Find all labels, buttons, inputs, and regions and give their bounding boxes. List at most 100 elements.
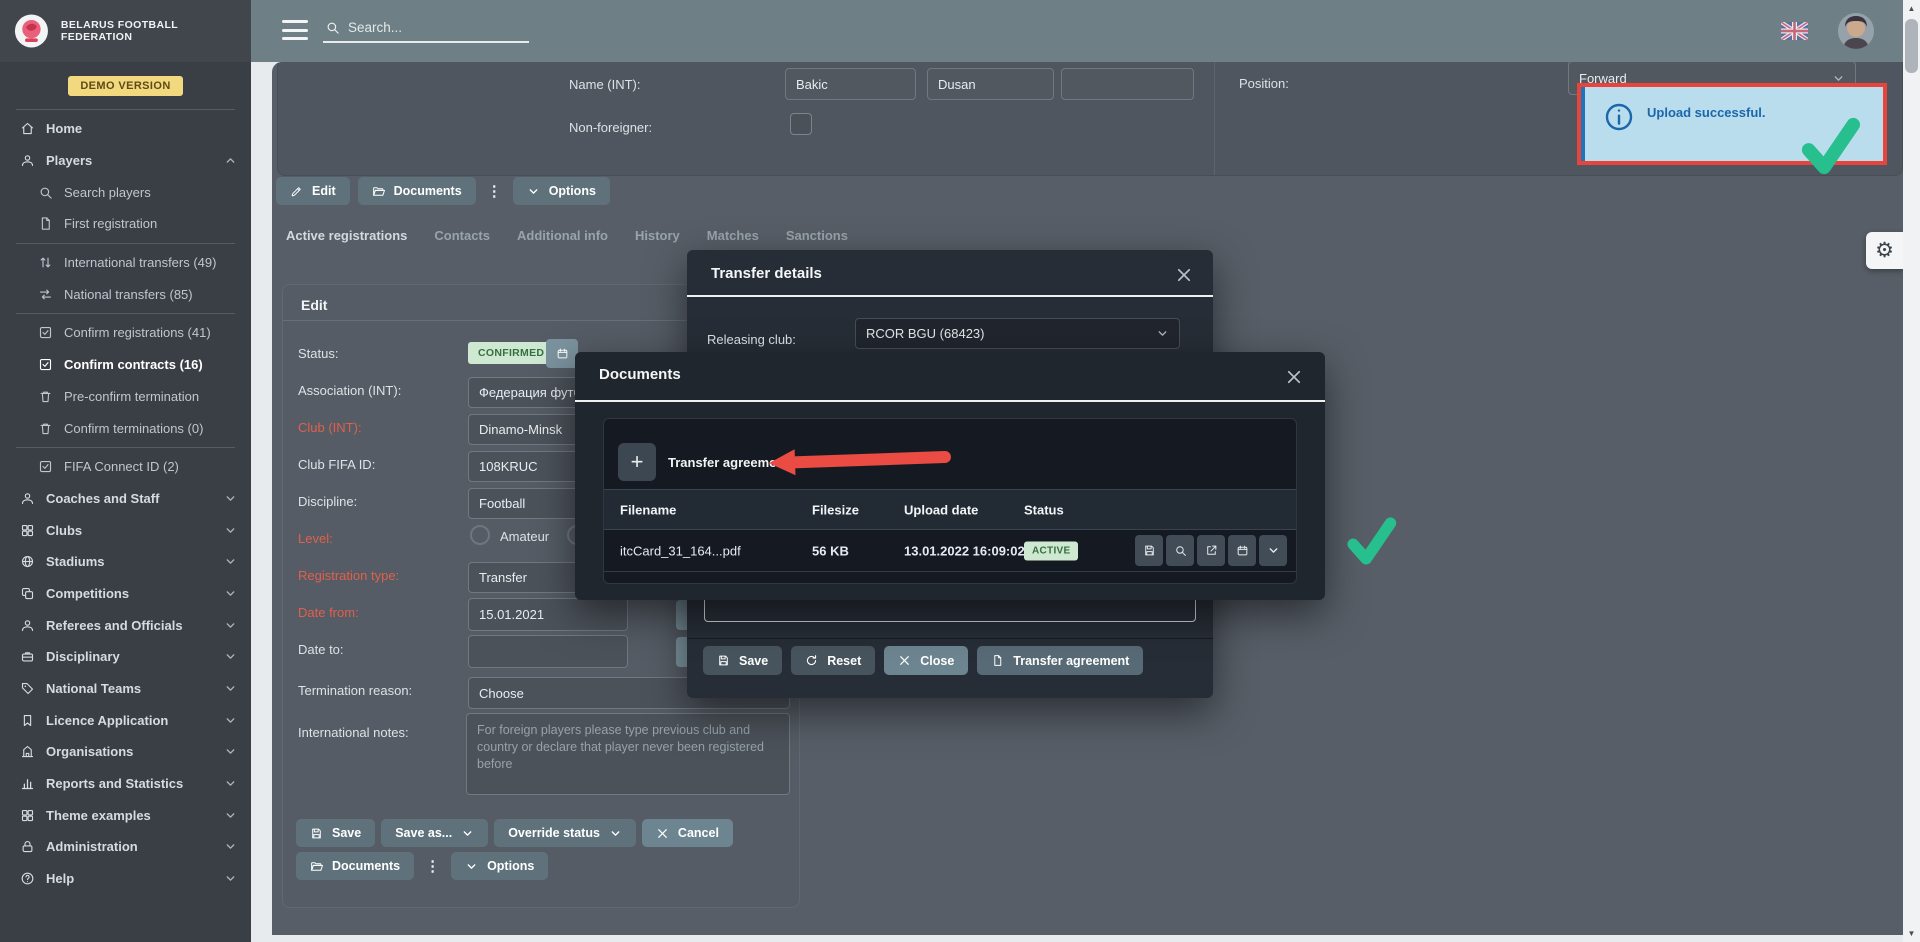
- brand-header[interactable]: BELARUS FOOTBALL FEDERATION: [0, 0, 251, 62]
- date-to-input[interactable]: [468, 635, 628, 668]
- sidebar-item-licence-application[interactable]: Licence Application: [0, 704, 251, 736]
- non-foreigner-checkbox[interactable]: [790, 113, 812, 135]
- releasing-club-select[interactable]: RCOR BGU (68423): [855, 318, 1180, 349]
- tab-history[interactable]: History: [635, 228, 680, 243]
- sidebar-item-home[interactable]: Home: [0, 113, 251, 145]
- level-radio-amateur[interactable]: [470, 525, 490, 545]
- options-button[interactable]: Options: [451, 852, 548, 880]
- trash-icon: [38, 421, 53, 436]
- status-history-button[interactable]: [546, 339, 578, 368]
- chevron-down-icon: [224, 524, 237, 537]
- chevron-down-icon: [224, 809, 237, 822]
- middle-name-input[interactable]: [1061, 68, 1194, 100]
- sidebar-item-help[interactable]: Help: [0, 863, 251, 895]
- transfer-agreement-button[interactable]: Transfer agreement: [977, 646, 1143, 675]
- building-icon: [20, 744, 35, 759]
- col-filesize: Filesize: [812, 502, 859, 517]
- modal-header-divider: [575, 400, 1325, 402]
- settings-gear-button[interactable]: ⚙: [1866, 232, 1903, 269]
- chevron-down-icon: [224, 872, 237, 885]
- tab-sanctions[interactable]: Sanctions: [786, 228, 848, 243]
- col-filename: Filename: [620, 502, 676, 517]
- sidebar-item-national-teams[interactable]: National Teams: [0, 673, 251, 705]
- help-icon: [20, 871, 35, 886]
- sidebar-item-administration[interactable]: Administration: [0, 831, 251, 863]
- players-icon: [20, 153, 35, 168]
- documents-button[interactable]: Documents: [358, 177, 476, 205]
- sidebar-item-theme-examples[interactable]: Theme examples: [0, 799, 251, 831]
- close-button[interactable]: Close: [884, 646, 968, 675]
- add-document-button[interactable]: +: [618, 443, 656, 481]
- save-button[interactable]: Save: [296, 819, 375, 847]
- sidebar-item-disciplinary[interactable]: Disciplinary: [0, 641, 251, 673]
- search-icon: [1174, 544, 1187, 557]
- sidebar-item-competitions[interactable]: Competitions: [0, 578, 251, 610]
- sidebar-item-confirm-contracts[interactable]: Confirm contracts (16): [0, 349, 251, 381]
- edit-button[interactable]: Edit: [276, 177, 350, 205]
- first-name-input[interactable]: [927, 68, 1054, 100]
- tab-contacts[interactable]: Contacts: [434, 228, 490, 243]
- document-filesize: 56 KB: [812, 543, 849, 558]
- date-from-input[interactable]: [468, 598, 628, 631]
- close-icon[interactable]: [1175, 266, 1193, 284]
- tab-active-registrations[interactable]: Active registrations: [286, 228, 407, 243]
- tab-additional-info[interactable]: Additional info: [517, 228, 608, 243]
- cancel-button[interactable]: Cancel: [642, 819, 733, 847]
- international-notes-textarea[interactable]: [466, 713, 790, 795]
- chevron-down-icon: [224, 777, 237, 790]
- preview-button[interactable]: [1166, 535, 1194, 566]
- reset-button[interactable]: Reset: [791, 646, 875, 675]
- last-name-input[interactable]: [785, 68, 916, 100]
- user-avatar[interactable]: [1838, 13, 1874, 49]
- check-square-icon: [38, 325, 53, 340]
- history-button[interactable]: [1228, 535, 1256, 566]
- search-input[interactable]: [348, 20, 508, 35]
- sidebar-item-pre-confirm-termination[interactable]: Pre-confirm termination: [0, 381, 251, 413]
- override-status-button[interactable]: Override status: [494, 819, 636, 847]
- edit-card-secondary-actions: Documents ⋮ Options: [296, 852, 548, 880]
- sidebar-item-organisations[interactable]: Organisations: [0, 736, 251, 768]
- sidebar-item-confirm-terminations[interactable]: Confirm terminations (0): [0, 412, 251, 444]
- sidebar-divider: [16, 243, 235, 244]
- more-actions-dots[interactable]: ⋮: [422, 857, 443, 875]
- level-label: Level:: [298, 531, 333, 546]
- floppy-icon: [310, 827, 323, 840]
- sidebar-item-confirm-registrations[interactable]: Confirm registrations (41): [0, 317, 251, 349]
- download-button[interactable]: [1135, 535, 1163, 566]
- sidebar-item-fifa-connect-id[interactable]: FIFA Connect ID (2): [0, 451, 251, 483]
- tab-matches[interactable]: Matches: [707, 228, 759, 243]
- floppy-icon: [1143, 544, 1156, 557]
- options-button[interactable]: Options: [513, 177, 610, 205]
- sidebar-item-first-registration[interactable]: First registration: [0, 208, 251, 240]
- menu-toggle-button[interactable]: [282, 20, 308, 40]
- documents-button[interactable]: Documents: [296, 852, 414, 880]
- transfer-modal-actions: Save Reset Close Transfer agreement: [703, 646, 1143, 675]
- more-actions-dots[interactable]: ⋮: [484, 182, 505, 200]
- more-button[interactable]: [1259, 535, 1287, 566]
- chevron-down-icon: [224, 714, 237, 727]
- sidebar-item-clubs[interactable]: Clubs: [0, 514, 251, 546]
- sidebar-item-international-transfers[interactable]: International transfers (49): [0, 247, 251, 279]
- theme-icon: [20, 808, 35, 823]
- save-button[interactable]: Save: [703, 646, 782, 675]
- scroll-up-button[interactable]: ▲: [1903, 0, 1920, 17]
- sidebar-item-reports-and-statistics[interactable]: Reports and Statistics: [0, 768, 251, 800]
- scrollbar-thumb[interactable]: [1905, 19, 1918, 73]
- bookmark-icon: [20, 713, 35, 728]
- save-as-button[interactable]: Save as...: [381, 819, 488, 847]
- sidebar-item-national-transfers[interactable]: National transfers (85): [0, 278, 251, 310]
- language-flag-icon[interactable]: [1781, 22, 1808, 40]
- sidebar-item-referees-and-officials[interactable]: Referees and Officials: [0, 609, 251, 641]
- close-icon[interactable]: [1285, 368, 1303, 386]
- file-icon: [38, 216, 53, 231]
- open-external-button[interactable]: [1197, 535, 1225, 566]
- scroll-down-button[interactable]: ▼: [1903, 925, 1920, 942]
- sidebar-item-search-players[interactable]: Search players: [0, 176, 251, 208]
- player-tabs: Active registrations Contacts Additional…: [286, 228, 848, 243]
- global-search: [323, 16, 529, 43]
- non-foreigner-label: Non-foreigner:: [569, 120, 652, 135]
- sidebar-item-coaches-and-staff[interactable]: Coaches and Staff: [0, 483, 251, 515]
- sidebar-item-players[interactable]: Players: [0, 145, 251, 177]
- club-fifa-id-label: Club FIFA ID:: [298, 457, 375, 472]
- sidebar-item-stadiums[interactable]: Stadiums: [0, 546, 251, 578]
